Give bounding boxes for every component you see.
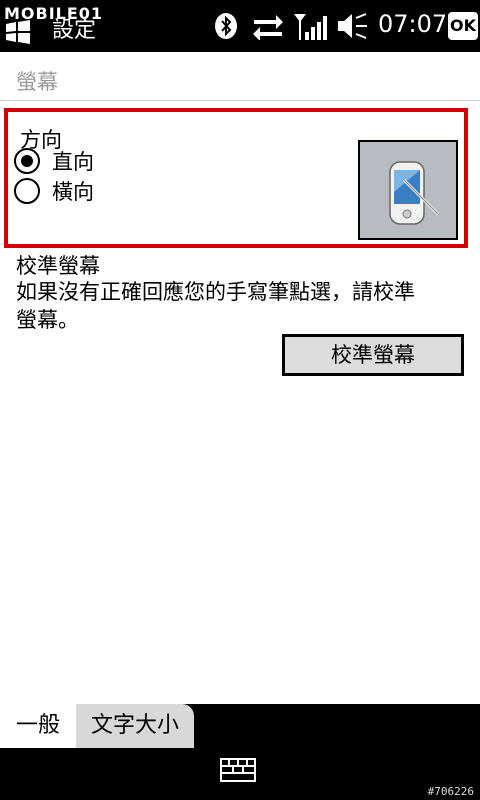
divider <box>0 100 480 101</box>
windows-start-icon[interactable] <box>4 20 32 44</box>
watermark: #706226 <box>427 785 474 798</box>
section-title: 螢幕 <box>16 70 58 94</box>
bluetooth-icon[interactable] <box>214 12 238 40</box>
app-title: 設定 <box>52 18 97 43</box>
keyboard-icon[interactable] <box>220 758 256 782</box>
status-bar: MOBILE01 設定 07:07 OK <box>0 0 480 52</box>
clock[interactable]: 07:07 <box>378 10 447 38</box>
speaker-icon[interactable] <box>336 12 368 40</box>
orientation-preview <box>358 140 458 240</box>
calibration-description: 如果沒有正確回應您的手寫筆點選，請校準螢幕。 <box>16 280 415 332</box>
radio-unselected-icon[interactable] <box>14 178 40 204</box>
bottom-bar: #706226 <box>0 748 480 800</box>
signal-icon[interactable] <box>292 12 328 40</box>
calibrate-screen-button[interactable]: 校準螢幕 <box>282 334 464 376</box>
ok-button[interactable]: OK <box>448 12 478 40</box>
tab-text-size[interactable]: 文字大小 <box>76 704 194 748</box>
tab-general[interactable]: 一般 <box>0 704 76 748</box>
radio-selected-icon[interactable] <box>14 148 40 174</box>
landscape-label: 橫向 <box>52 180 94 204</box>
tab-bar: 一般 文字大小 <box>0 704 480 748</box>
sync-arrows-icon[interactable] <box>252 12 284 40</box>
landscape-radio[interactable]: 橫向 <box>14 176 94 206</box>
portrait-label: 直向 <box>52 150 94 174</box>
portrait-radio[interactable]: 直向 <box>14 146 94 176</box>
calibration-title: 校準螢幕 <box>16 254 100 278</box>
device-stylus-icon <box>389 161 440 225</box>
orientation-panel: 方向 直向 橫向 <box>4 108 468 248</box>
